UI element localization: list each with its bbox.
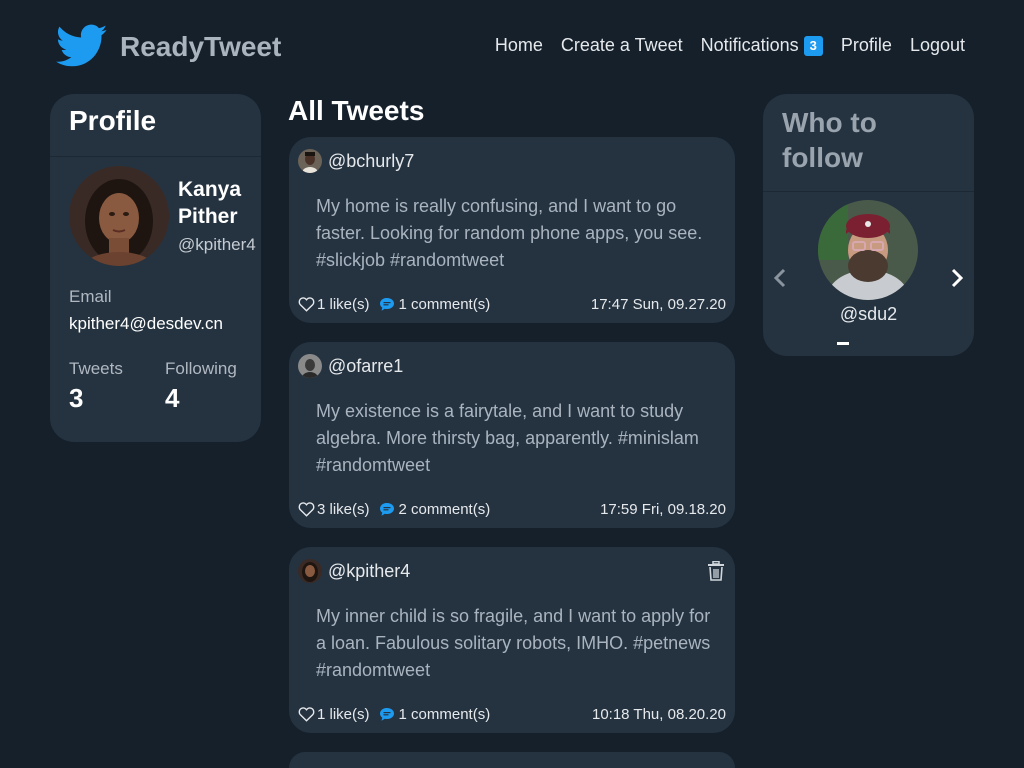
profile-avatar xyxy=(69,166,169,266)
comment-button[interactable]: 2 comment(s) xyxy=(379,500,491,518)
heart-icon xyxy=(298,707,315,722)
tweet-card xyxy=(289,752,735,768)
notifications-badge: 3 xyxy=(803,35,823,56)
stat-following-label: Following xyxy=(165,359,237,378)
tweet-footer: 3 like(s) 2 comment(s) 17:59 Fri, 09.18.… xyxy=(298,499,726,519)
comment-icon xyxy=(379,502,394,516)
comment-button[interactable]: 1 comment(s) xyxy=(379,295,491,313)
like-button[interactable]: 1 like(s) xyxy=(298,296,370,313)
brand-link[interactable]: ReadyTweet xyxy=(56,24,281,70)
comment-icon xyxy=(379,297,394,311)
stat-tweets-label: Tweets xyxy=(69,359,123,378)
heart-icon xyxy=(298,502,315,517)
tweet-handle: @ofarre1 xyxy=(328,355,404,376)
chevron-left-icon[interactable] xyxy=(773,267,787,289)
who-to-follow-title: Who to follow xyxy=(782,107,877,173)
tweet-author[interactable]: @ofarre1 xyxy=(298,354,403,378)
tweet-handle: @bchurly7 xyxy=(328,150,415,171)
follow-avatar[interactable] xyxy=(818,200,918,300)
comment-count: 1 comment(s) xyxy=(398,295,491,313)
comment-button[interactable]: 1 comment(s) xyxy=(379,705,491,723)
like-count: 1 like(s) xyxy=(317,295,370,313)
tweet-timestamp: 10:18 Thu, 08.20.20 xyxy=(591,705,726,723)
stat-following: Following 4 xyxy=(165,359,237,414)
comment-count: 2 comment(s) xyxy=(398,500,491,518)
tweet-text: My existence is a fairytale, and I want … xyxy=(316,401,699,475)
follow-handle[interactable]: @sdu2 xyxy=(763,304,974,325)
feed-title: All Tweets xyxy=(288,95,425,126)
who-to-follow-card: Who to follow @sdu2 xyxy=(763,94,974,356)
tweet-footer: 1 like(s) 1 comment(s) 10:18 Thu, 08.20.… xyxy=(298,704,726,724)
tweet-avatar xyxy=(298,149,322,173)
profile-card: Profile Kanya Pither @kpither4 Email kpi… xyxy=(50,94,261,442)
twitter-bird-icon xyxy=(56,24,108,67)
navbar: ReadyTweet Home Create a Tweet Notificat… xyxy=(0,0,1024,94)
profile-name: Kanya Pither xyxy=(178,178,242,228)
tweet-footer: 1 like(s) 1 comment(s) 17:47 Sun, 09.27.… xyxy=(298,294,726,314)
nav-create-tweet[interactable]: Create a Tweet xyxy=(561,35,683,56)
profile-card-header: Profile xyxy=(50,94,261,157)
tweet-author[interactable]: @bchurly7 xyxy=(298,149,414,173)
stat-tweets-value: 3 xyxy=(69,383,84,413)
tweet-avatar xyxy=(298,559,322,583)
tweet-handle: @kpither4 xyxy=(328,560,411,581)
tweet-text: My inner child is so fragile, and I want… xyxy=(316,606,711,680)
heart-icon xyxy=(298,297,315,312)
like-button[interactable]: 1 like(s) xyxy=(298,706,370,723)
trash-icon[interactable] xyxy=(707,561,725,581)
who-to-follow-header: Who to follow xyxy=(763,94,974,192)
nav-links: Home Create a Tweet Notifications 3 Prof… xyxy=(495,35,965,56)
like-count: 3 like(s) xyxy=(317,500,370,518)
like-count: 1 like(s) xyxy=(317,705,370,723)
chevron-right-icon[interactable] xyxy=(950,267,964,289)
tweet-card: @kpither4 My inner child is so fragile, … xyxy=(289,547,735,733)
email-label: Email xyxy=(69,287,112,306)
brand-name: ReadyTweet xyxy=(120,31,282,62)
nav-profile[interactable]: Profile xyxy=(841,35,892,56)
stat-tweets: Tweets 3 xyxy=(69,359,123,414)
nav-logout[interactable]: Logout xyxy=(910,35,965,56)
tweet-author[interactable]: @kpither4 xyxy=(298,559,410,583)
comment-count: 1 comment(s) xyxy=(398,705,491,723)
tweet-card: @bchurly7 My home is really confusing, a… xyxy=(289,137,735,323)
tweet-text: My home is really confusing, and I want … xyxy=(316,196,703,270)
tweet-timestamp: 17:47 Sun, 09.27.20 xyxy=(590,295,726,313)
follow-carousel: @sdu2 xyxy=(763,192,974,356)
nav-notifications-label: Notifications xyxy=(700,35,799,55)
email-value: kpither4@desdev.cn xyxy=(69,314,223,333)
comment-icon xyxy=(379,707,394,721)
tweet-card: @ofarre1 My existence is a fairytale, an… xyxy=(289,342,735,528)
profile-handle: @kpither4 xyxy=(178,235,256,254)
profile-body: Kanya Pither @kpither4 Email kpither4@de… xyxy=(50,157,261,442)
nav-home[interactable]: Home xyxy=(495,35,543,56)
tweet-avatar xyxy=(298,354,322,378)
profile-card-title: Profile xyxy=(69,105,157,136)
like-button[interactable]: 3 like(s) xyxy=(298,501,370,518)
stat-following-value: 4 xyxy=(165,383,180,413)
nav-notifications[interactable]: Notifications 3 xyxy=(701,35,823,56)
carousel-indicator[interactable] xyxy=(837,342,849,345)
tweet-timestamp: 17:59 Fri, 09.18.20 xyxy=(600,500,726,518)
